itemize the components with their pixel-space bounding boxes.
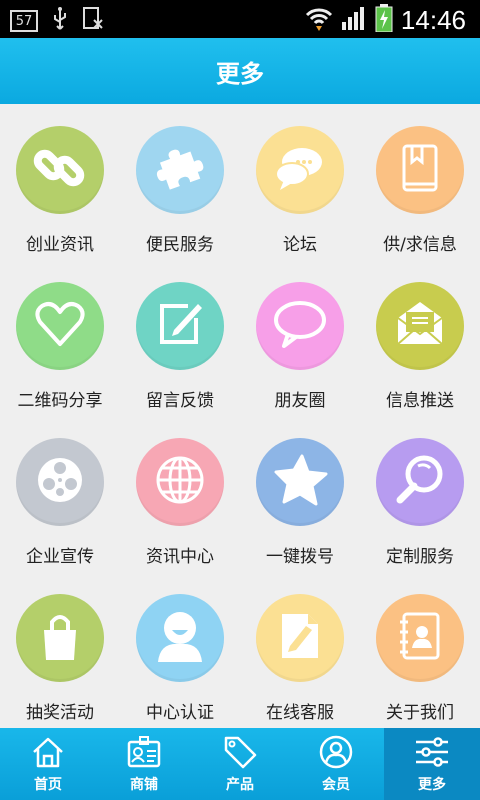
tab-more[interactable]: 更多 (384, 728, 480, 800)
item-label: 在线客服 (266, 703, 334, 723)
grid-item-supply-demand[interactable]: 供/求信息 (360, 104, 480, 260)
item-label: 关于我们 (386, 703, 454, 723)
battery-icon (375, 4, 393, 36)
contact-book-icon (392, 608, 448, 668)
envelope-icon (392, 296, 448, 356)
item-circle (256, 594, 344, 682)
item-circle (136, 126, 224, 214)
grid-item-news-center[interactable]: 资讯中心 (120, 416, 240, 572)
page-title: 更多 (216, 59, 264, 88)
item-label: 定制服务 (386, 547, 454, 567)
grid-item-about-us[interactable]: 关于我们 (360, 572, 480, 728)
magnifier-icon (392, 452, 448, 512)
tab-label: 更多 (418, 777, 446, 793)
status-bar-right: 14:46 (305, 4, 466, 36)
item-label: 创业资讯 (26, 235, 94, 255)
tab-label: 会员 (322, 777, 350, 793)
status-bar: 57 14:46 (0, 0, 480, 38)
chat-bubbles-icon (272, 140, 328, 200)
tab-home[interactable]: 首页 (0, 728, 96, 800)
item-label: 信息推送 (386, 391, 454, 411)
item-circle (376, 282, 464, 370)
grid-item-one-key-dial[interactable]: 一键拨号 (240, 416, 360, 572)
item-label: 一键拨号 (266, 547, 334, 567)
grid-item-promotion[interactable]: 企业宣传 (0, 416, 120, 572)
user-icon (152, 608, 208, 668)
shopping-bag-icon (32, 608, 88, 668)
grid-item-feedback[interactable]: 留言反馈 (120, 260, 240, 416)
item-label: 中心认证 (146, 703, 214, 723)
item-circle (256, 126, 344, 214)
grid-item-online-support[interactable]: 在线客服 (240, 572, 360, 728)
item-circle (256, 438, 344, 526)
item-circle (136, 594, 224, 682)
item-circle (16, 438, 104, 526)
document-edit-icon (272, 608, 328, 668)
status-bar-left: 57 (10, 6, 104, 36)
item-label: 便民服务 (146, 235, 214, 255)
wifi-icon (305, 5, 333, 35)
grid-item-forum[interactable]: 论坛 (240, 104, 360, 260)
clock: 14:46 (400, 4, 466, 35)
item-label: 朋友圈 (274, 391, 326, 411)
bottom-tab-bar: 首页 商铺 产品 会员 更多 (0, 728, 480, 800)
item-circle (16, 126, 104, 214)
grid-item-custom-service[interactable]: 定制服务 (360, 416, 480, 572)
item-circle (136, 282, 224, 370)
item-label: 论坛 (283, 235, 317, 255)
item-label: 留言反馈 (146, 391, 214, 411)
item-circle (136, 438, 224, 526)
star-icon (272, 452, 328, 512)
book-icon (392, 140, 448, 200)
item-circle (256, 282, 344, 370)
grid-item-public-service[interactable]: 便民服务 (120, 104, 240, 260)
grid-item-qrcode-share[interactable]: 二维码分享 (0, 260, 120, 416)
grid-item-moments[interactable]: 朋友圈 (240, 260, 360, 416)
signal-icon (341, 6, 367, 34)
usb-icon (52, 7, 68, 35)
grid-item-verification[interactable]: 中心认证 (120, 572, 240, 728)
item-circle (376, 126, 464, 214)
header-bar: 更多 (0, 38, 480, 104)
tab-products[interactable]: 产品 (192, 728, 288, 800)
heart-icon (32, 296, 88, 356)
item-circle (16, 282, 104, 370)
puzzle-icon (152, 140, 208, 200)
tab-members[interactable]: 会员 (288, 728, 384, 800)
notification-badge: 57 (10, 10, 38, 32)
document-icon (82, 6, 104, 36)
item-label: 供/求信息 (383, 235, 457, 255)
grid-item-startup-news[interactable]: 创业资讯 (0, 104, 120, 260)
item-label: 资讯中心 (146, 547, 214, 567)
item-circle (376, 438, 464, 526)
tab-label: 产品 (226, 777, 254, 793)
link-icon (32, 140, 88, 200)
item-circle (376, 594, 464, 682)
tab-shops[interactable]: 商铺 (96, 728, 192, 800)
item-circle (16, 594, 104, 682)
tab-label: 首页 (34, 777, 62, 793)
tab-label: 商铺 (130, 777, 158, 793)
item-label: 抽奖活动 (26, 703, 94, 723)
film-reel-icon (32, 452, 88, 512)
edit-icon (152, 296, 208, 356)
item-label: 企业宣传 (26, 547, 94, 567)
speech-bubble-icon (272, 296, 328, 356)
globe-icon (152, 452, 208, 512)
feature-grid: 创业资讯 便民服务 论坛 供/求信息 二维码分享 留言反馈 朋友圈 信息推送 企… (0, 104, 480, 728)
grid-item-push-info[interactable]: 信息推送 (360, 260, 480, 416)
item-label: 二维码分享 (17, 391, 103, 411)
grid-item-lottery[interactable]: 抽奖活动 (0, 572, 120, 728)
